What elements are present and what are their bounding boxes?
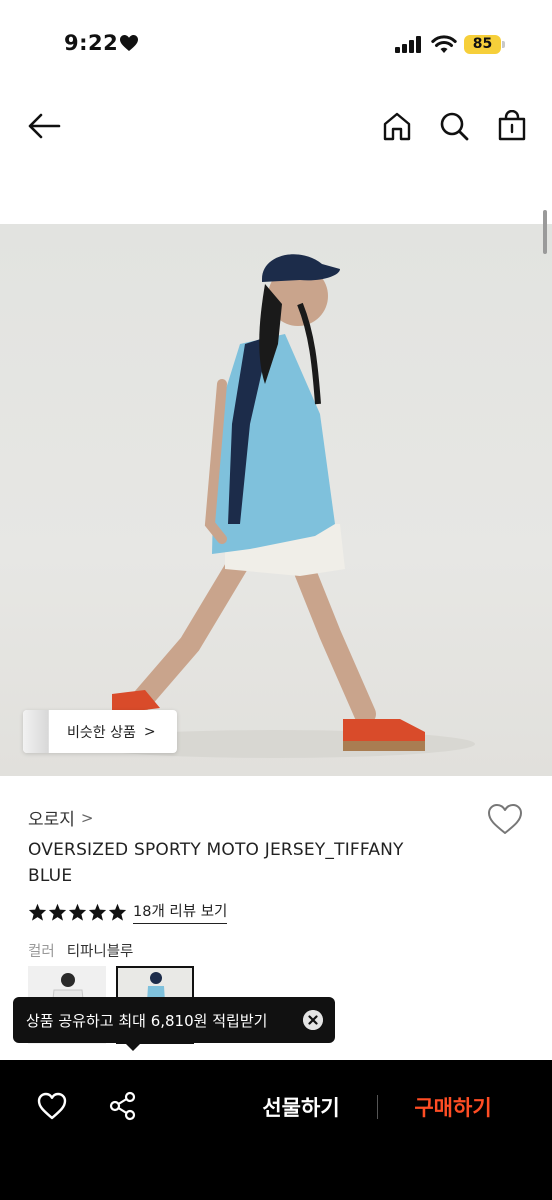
similar-products-button[interactable]: 비슷한 상품 > — [23, 710, 177, 753]
back-arrow-icon[interactable] — [26, 110, 62, 142]
status-time: 9:22 — [64, 31, 119, 55]
review-link[interactable]: 18개 리뷰 보기 — [133, 900, 228, 924]
brand-name: 오로지 — [28, 810, 75, 830]
heart-status-icon — [120, 35, 138, 51]
gift-button[interactable]: 선물하기 — [246, 1088, 356, 1128]
tooltip-text: 상품 공유하고 최대 6,810원 적립받기 — [26, 1011, 268, 1030]
cellular-signal-icon — [395, 36, 421, 53]
color-value: 티파니블루 — [66, 944, 134, 960]
divider — [377, 1095, 378, 1119]
home-icon[interactable] — [381, 110, 413, 142]
star-icon — [88, 903, 107, 921]
scroll-indicator — [543, 210, 547, 254]
color-row: 컬러 티파니블루 — [28, 940, 133, 961]
star-icon — [28, 903, 47, 921]
heart-outline-icon[interactable] — [37, 1092, 67, 1120]
buy-button[interactable]: 구매하기 — [398, 1088, 508, 1128]
share-reward-tooltip: 상품 공유하고 최대 6,810원 적립받기 — [13, 997, 335, 1051]
search-icon[interactable] — [438, 110, 470, 142]
chevron-right-icon: > — [80, 808, 94, 827]
bottom-action-bar: 선물하기 구매하기 — [0, 1060, 552, 1200]
product-image[interactable] — [0, 224, 552, 776]
shopping-bag-icon[interactable] — [496, 110, 528, 142]
similar-products-label: 비슷한 상품 — [67, 724, 136, 741]
battery-indicator: 85 — [464, 35, 505, 54]
chevron-right-icon: > — [143, 723, 156, 740]
share-icon[interactable] — [108, 1091, 138, 1121]
star-icon — [68, 903, 87, 921]
color-label: 컬러 — [28, 944, 55, 960]
wifi-icon — [431, 35, 457, 53]
product-title: OVERSIZED SPORTY MOTO JERSEY_TIFFANY BLU… — [28, 840, 404, 886]
rating-row[interactable]: 18개 리뷰 보기 — [28, 900, 228, 924]
model-photo — [75, 254, 475, 758]
star-icon — [48, 903, 67, 921]
rating-stars — [28, 903, 127, 921]
similar-thumbnail — [23, 710, 49, 753]
heart-outline-icon[interactable] — [487, 803, 523, 835]
star-icon — [108, 903, 127, 921]
brand-link[interactable]: 오로지 > — [28, 805, 94, 831]
close-icon[interactable] — [303, 1010, 323, 1030]
